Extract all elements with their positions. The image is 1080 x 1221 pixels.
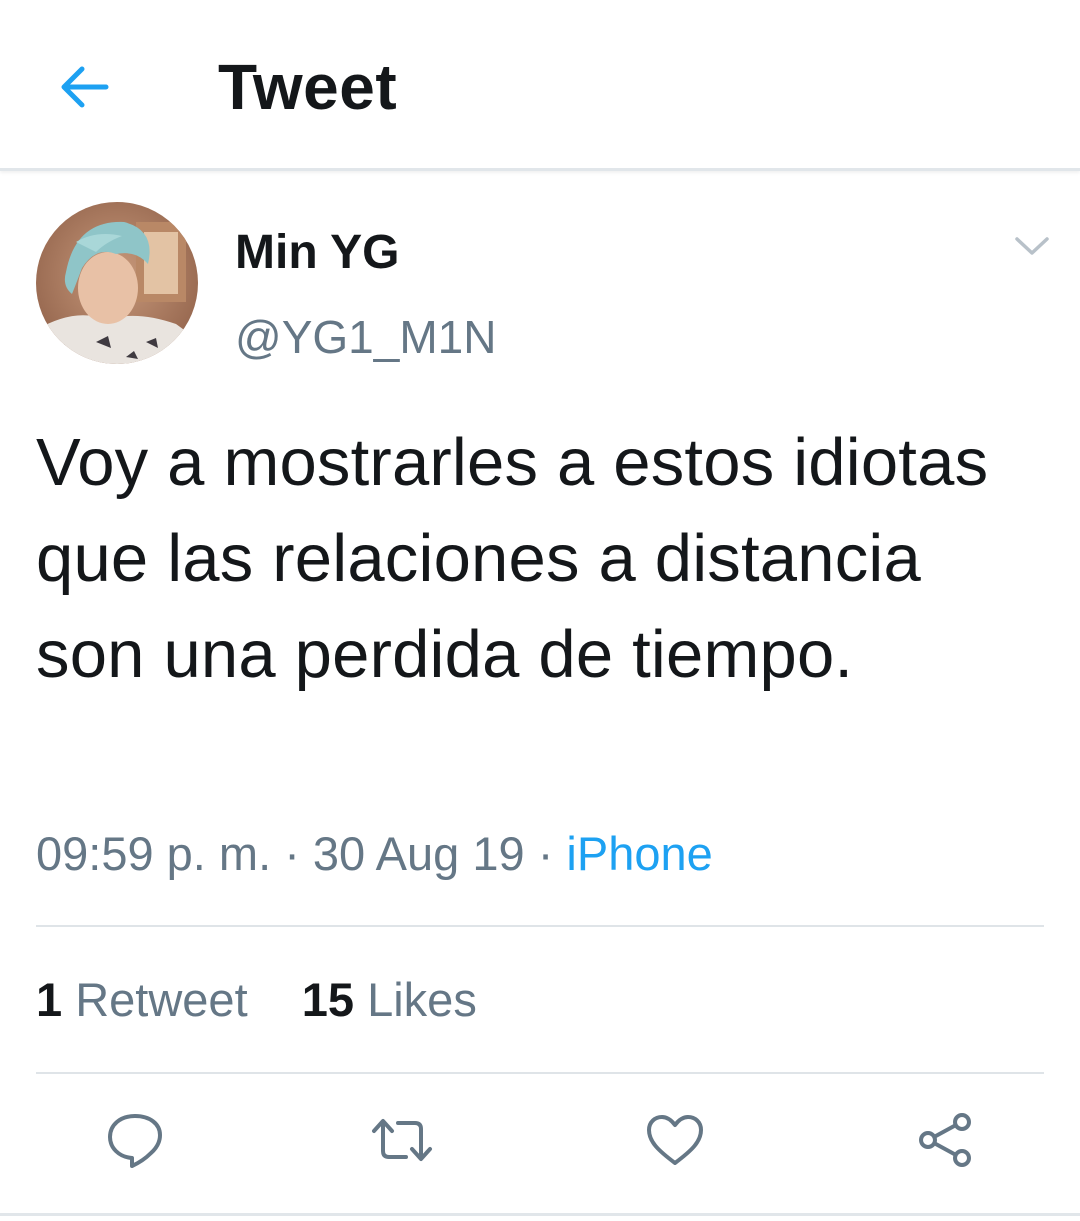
arrow-left-icon <box>61 66 109 108</box>
divider <box>0 1213 1080 1216</box>
likes-label[interactable]: Likes <box>367 973 477 1026</box>
tweet-source-link[interactable]: iPhone <box>566 827 712 880</box>
likes-count[interactable]: 15 <box>302 973 354 1026</box>
back-button[interactable] <box>52 55 116 119</box>
tweet-metadata: 09:59 p. m. · 30 Aug 19 · iPhone <box>36 826 713 881</box>
tweet-date: 30 Aug 19 <box>312 827 525 880</box>
separator: · <box>284 827 300 880</box>
avatar[interactable] <box>36 202 198 364</box>
tweet-stats: 1 Retweet 15 Likes <box>36 972 477 1027</box>
share-icon <box>919 1113 971 1167</box>
divider <box>36 1072 1044 1074</box>
top-bar: Tweet <box>0 0 1080 171</box>
retweets-label[interactable]: Retweet <box>75 973 247 1026</box>
profile-photo <box>36 202 198 364</box>
page-title: Tweet <box>218 51 398 123</box>
retweet-icon <box>372 1119 432 1161</box>
reply-bubble-icon <box>108 1114 162 1168</box>
tweet-menu-button[interactable] <box>1010 228 1054 264</box>
retweets-count[interactable]: 1 <box>36 973 62 1026</box>
retweet-button[interactable] <box>370 1108 434 1172</box>
divider <box>36 925 1044 927</box>
author-handle[interactable]: @YG1_M1N <box>235 310 496 364</box>
heart-icon <box>647 1115 703 1165</box>
reply-button[interactable] <box>103 1108 167 1172</box>
author-display-name[interactable]: Min YG <box>235 225 399 280</box>
like-button[interactable] <box>643 1108 707 1172</box>
chevron-down-icon <box>1015 237 1049 255</box>
separator: · <box>537 827 554 880</box>
tweet-time: 09:59 p. m. <box>36 827 272 880</box>
tweet-text: Voy a mostrarles a estos idiotas que las… <box>36 425 989 692</box>
share-button[interactable] <box>913 1108 977 1172</box>
